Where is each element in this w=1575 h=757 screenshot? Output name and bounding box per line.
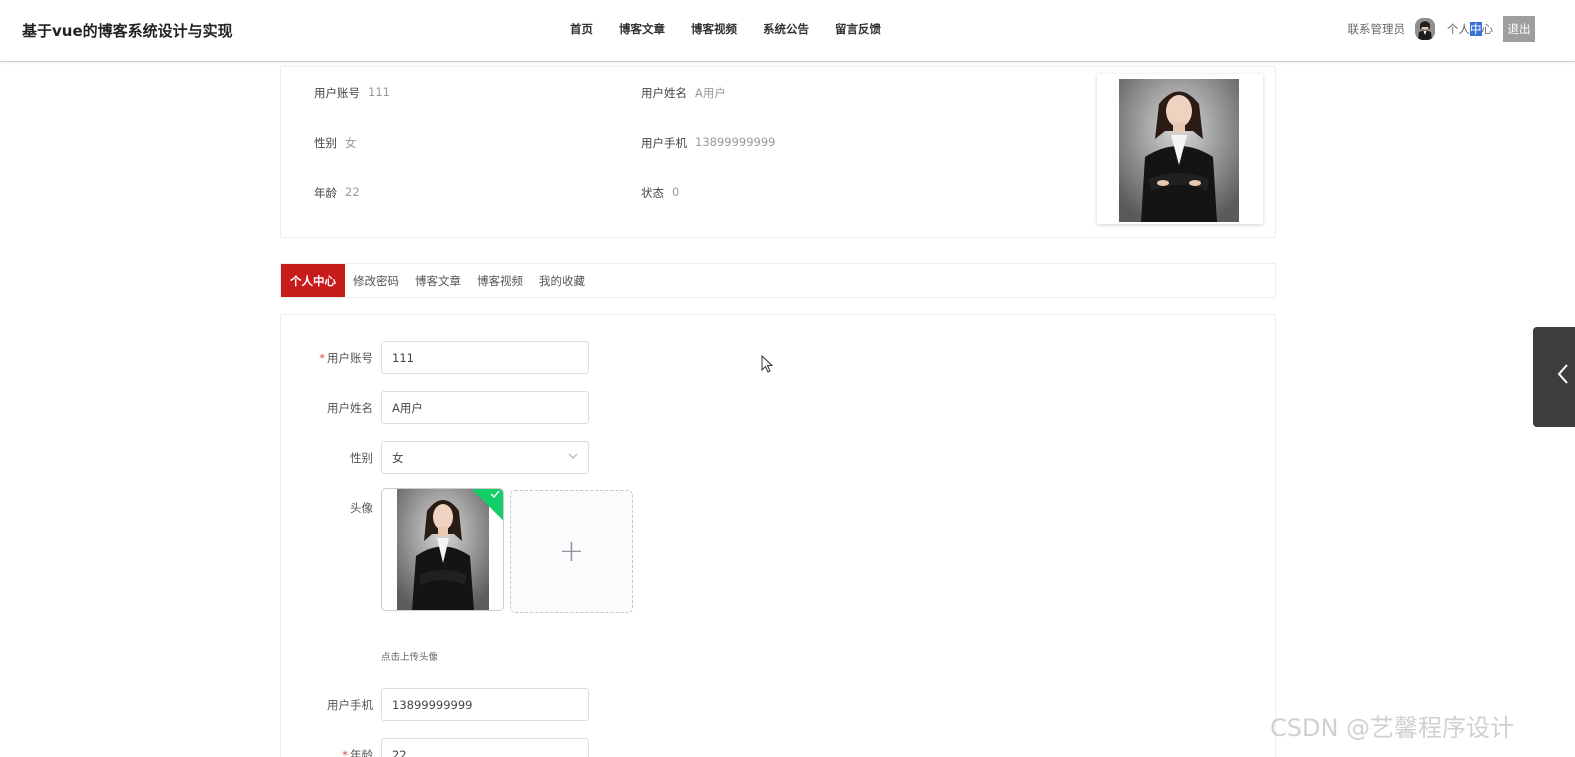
profile-tabs: 个人中心 修改密码 博客文章 博客视频 我的收藏 — [280, 263, 1276, 298]
nav-feedback[interactable]: 留言反馈 — [835, 21, 881, 37]
mouse-cursor-icon — [761, 354, 774, 377]
avatar[interactable] — [1415, 18, 1435, 40]
nav-blog-articles[interactable]: 博客文章 — [619, 21, 665, 37]
form-label-gender: 性别 — [350, 451, 373, 465]
chevron-left-icon — [1556, 363, 1570, 391]
check-icon — [490, 489, 500, 502]
profile-info-card: 用户账号 111 用户姓名 A用户 性别女 用户手机 13899999999 年龄 22… — [280, 66, 1276, 238]
upload-avatar-button[interactable]: + — [510, 490, 633, 613]
header-user-area: 联系管理员 个人中心 退出 — [1348, 16, 1535, 42]
profile-photo-frame — [1097, 74, 1263, 224]
account-input[interactable]: 111 — [381, 341, 589, 374]
info-phone: 用户手机 13899999999 — [641, 135, 776, 150]
contact-admin-link[interactable]: 联系管理员 — [1348, 21, 1406, 37]
tab-blog-videos[interactable]: 博客视频 — [469, 264, 531, 297]
form-label-name: 用户姓名 — [327, 401, 373, 415]
info-age: 年龄 22 — [314, 185, 360, 200]
nav-announcements[interactable]: 系统公告 — [763, 21, 809, 37]
nav-home[interactable]: 首页 — [570, 21, 593, 37]
info-gender: 性别女 — [314, 136, 357, 150]
gender-select[interactable]: 女 — [381, 441, 589, 474]
main-nav: 首页 博客文章 博客视频 系统公告 留言反馈 — [570, 21, 907, 37]
info-status: 状态 0 — [641, 185, 680, 200]
watermark: CSDN @艺馨程序设计 — [1270, 714, 1515, 742]
form-label-account: * 用户账号 — [319, 351, 373, 365]
user-center-link[interactable]: 个人中心 — [1447, 21, 1493, 37]
form-label-phone: 用户手机 — [327, 698, 373, 712]
upload-tip: 点击上传头像 — [381, 652, 439, 663]
age-input[interactable]: 22 — [381, 738, 589, 757]
profile-form: * 用户账号 111 用户姓名 A用户 性别 女 头像 + 点击上传头像 用户手… — [280, 314, 1276, 757]
top-header: 基于vue的博客系统设计与实现 首页 博客文章 博客视频 系统公告 留言反馈 联… — [0, 0, 1575, 62]
uploaded-avatar-thumbnail[interactable] — [381, 488, 504, 611]
info-name: 用户姓名 A用户 — [641, 86, 726, 100]
plus-icon: + — [558, 534, 585, 569]
avatar-preview-image — [397, 489, 489, 610]
form-label-avatar: 头像 — [350, 501, 373, 515]
tab-change-password[interactable]: 修改密码 — [345, 264, 407, 297]
profile-photo — [1119, 79, 1239, 222]
tab-user-center[interactable]: 个人中心 — [281, 264, 345, 297]
nav-blog-videos[interactable]: 博客视频 — [691, 21, 737, 37]
phone-input[interactable]: 13899999999 — [381, 688, 589, 721]
tab-blog-articles[interactable]: 博客文章 — [407, 264, 469, 297]
name-input[interactable]: A用户 — [381, 391, 589, 424]
info-account: 用户账号 111 — [314, 85, 390, 100]
site-title: 基于vue的博客系统设计与实现 — [22, 22, 233, 40]
side-panel-toggle[interactable] — [1533, 327, 1575, 427]
logout-button[interactable]: 退出 — [1503, 16, 1535, 42]
form-label-age: * 年龄 — [342, 748, 373, 757]
tab-my-favorites[interactable]: 我的收藏 — [531, 264, 593, 297]
chevron-down-icon — [568, 451, 578, 464]
